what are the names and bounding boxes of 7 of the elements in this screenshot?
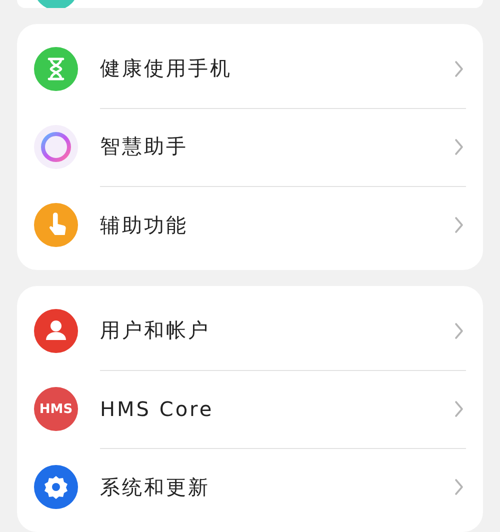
setting-label[interactable]: 智慧助手 [100, 133, 188, 160]
setting-label[interactable]: HMS Core [100, 396, 214, 420]
setting-label[interactable]: 辅助功能 [100, 212, 188, 238]
hms-logo: HMS [34, 387, 78, 431]
setting-label[interactable]: 系统和更新 [100, 474, 210, 500]
setting-label[interactable]: 健康使用手机 [100, 55, 232, 82]
setting-label[interactable]: 用户和帐户 [100, 317, 210, 344]
